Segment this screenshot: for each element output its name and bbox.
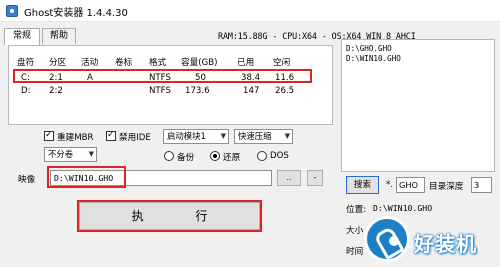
location-value: D:\WIN10.GHO bbox=[373, 203, 433, 213]
backup-radio[interactable] bbox=[164, 151, 174, 161]
tab-normal[interactable]: 常规 bbox=[4, 28, 40, 45]
cell-drive: D: bbox=[21, 86, 31, 96]
cell-partition: 2:2 bbox=[49, 86, 63, 96]
tab-help[interactable]: 帮助 bbox=[42, 28, 76, 44]
cell-format: NTFS bbox=[149, 73, 171, 83]
size-label: 大小 bbox=[346, 226, 364, 236]
location-label: 位置: bbox=[346, 205, 367, 215]
col-used[interactable]: 已用 bbox=[237, 56, 254, 68]
cell-format: NTFS bbox=[149, 86, 171, 96]
cell-used: 147 bbox=[243, 86, 260, 96]
image-menu-button[interactable]: - bbox=[307, 170, 323, 186]
list-item[interactable]: D:\WIN10.GHO bbox=[346, 54, 401, 63]
image-path-highlight bbox=[47, 166, 126, 188]
gho-file-list[interactable]: D:\GHO.GHO D:\WIN10.GHO bbox=[341, 39, 495, 172]
split-value: 不分卷 bbox=[48, 149, 74, 159]
col-partition[interactable]: 分区 bbox=[49, 56, 66, 68]
cell-drive: C: bbox=[21, 73, 30, 83]
chevron-down-icon: ▼ bbox=[220, 132, 226, 140]
partition-table: 盘符 分区 活动 卷标 格式 容量(GB) 已用 空闲 C: 2:1 A NTF… bbox=[8, 45, 333, 125]
list-item[interactable]: D:\GHO.GHO bbox=[346, 44, 392, 53]
rebuild-mbr-label: 重建MBR bbox=[57, 133, 94, 143]
split-select[interactable]: 不分卷 ▼ bbox=[44, 147, 97, 162]
col-free[interactable]: 空闲 bbox=[273, 56, 290, 68]
col-label[interactable]: 卷标 bbox=[115, 56, 132, 68]
title-bar: Ghost安装器 1.4.4.30 bbox=[0, 0, 500, 22]
cell-free: 26.5 bbox=[275, 86, 295, 96]
compression-select[interactable]: 快速压缩 ▼ bbox=[234, 129, 293, 144]
cell-partition: 2:1 bbox=[49, 73, 63, 83]
depth-input[interactable]: 3 bbox=[471, 177, 492, 193]
col-drive[interactable]: 盘符 bbox=[17, 56, 34, 68]
time-label: 时间 bbox=[346, 247, 364, 257]
col-capacity[interactable]: 容量(GB) bbox=[181, 56, 217, 68]
restore-radio[interactable] bbox=[210, 151, 220, 161]
compression-value: 快速压缩 bbox=[238, 131, 272, 141]
dos-radio[interactable] bbox=[257, 151, 267, 161]
chevron-down-icon: ▼ bbox=[284, 132, 290, 140]
dos-label: DOS bbox=[270, 151, 289, 161]
boot-module-value: 启动模块1 bbox=[167, 131, 206, 141]
cell-capacity: 50 bbox=[195, 73, 206, 83]
rebuild-mbr-checkbox[interactable] bbox=[44, 130, 54, 141]
restore-label: 还原 bbox=[223, 153, 241, 163]
cell-used: 38.4 bbox=[241, 73, 261, 83]
image-label: 映像 bbox=[18, 175, 36, 185]
ext-prefix-label: *. bbox=[386, 180, 394, 190]
cell-free: 11.6 bbox=[275, 73, 295, 83]
chevron-down-icon: ▼ bbox=[88, 150, 94, 158]
cell-capacity: 173.6 bbox=[185, 86, 210, 96]
execute-button-highlight bbox=[77, 200, 262, 232]
watermark-text: 好装机 bbox=[414, 232, 477, 256]
col-active[interactable]: 活动 bbox=[81, 56, 98, 68]
depth-label: 目录深度 bbox=[429, 182, 464, 192]
col-format[interactable]: 格式 bbox=[149, 56, 166, 68]
backup-label: 备份 bbox=[177, 153, 195, 163]
window-title: Ghost安装器 1.4.4.30 bbox=[24, 8, 128, 19]
search-button[interactable]: 搜索 bbox=[346, 176, 379, 194]
watermark-logo-icon bbox=[364, 216, 410, 262]
disable-ide-label: 禁用IDE bbox=[119, 133, 151, 143]
cell-active: A bbox=[87, 73, 93, 83]
extension-input[interactable]: GHO bbox=[396, 177, 425, 193]
ghost-app-icon bbox=[6, 5, 18, 17]
boot-module-select[interactable]: 启动模块1 ▼ bbox=[163, 129, 229, 144]
browse-button[interactable]: .. bbox=[277, 170, 301, 186]
ghost-installer-window: Ghost安装器 1.4.4.30 常规 帮助 RAM:15.88G - CPU… bbox=[0, 0, 500, 267]
disable-ide-checkbox[interactable] bbox=[106, 130, 116, 141]
